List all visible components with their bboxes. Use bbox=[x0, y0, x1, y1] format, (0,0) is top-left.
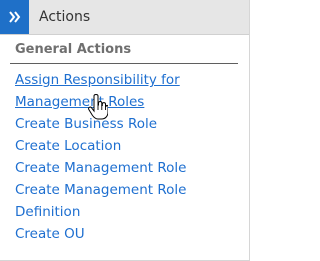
assign-responsibility-link[interactable]: Assign Responsibility for Management Rol… bbox=[15, 69, 220, 113]
collapse-toggle-button[interactable] bbox=[0, 0, 29, 34]
actions-panel: Actions General Actions Assign Responsib… bbox=[0, 0, 250, 261]
actions-header: Actions bbox=[0, 0, 249, 35]
double-chevron-right-icon bbox=[8, 11, 20, 23]
create-management-role-definition-link[interactable]: Create Management Role Definition bbox=[15, 179, 220, 223]
section-divider bbox=[10, 63, 238, 64]
header-title: Actions bbox=[39, 9, 91, 25]
create-business-role-link[interactable]: Create Business Role bbox=[15, 113, 220, 135]
section-title: General Actions bbox=[15, 42, 132, 57]
create-location-link[interactable]: Create Location bbox=[15, 135, 220, 157]
create-management-role-link[interactable]: Create Management Role bbox=[15, 157, 220, 179]
create-ou-link[interactable]: Create OU bbox=[15, 223, 220, 245]
actions-list: Assign Responsibility for Management Rol… bbox=[15, 69, 220, 245]
